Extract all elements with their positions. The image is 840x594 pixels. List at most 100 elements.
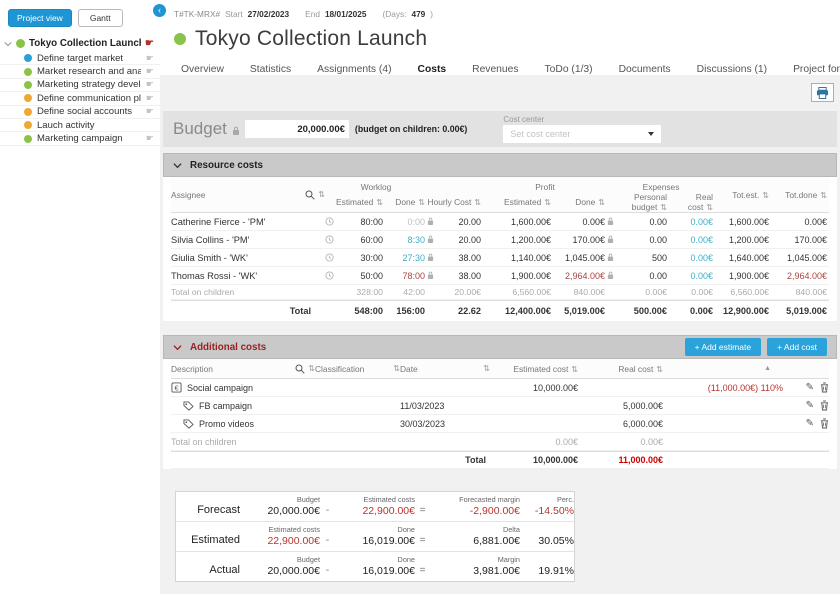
table-row[interactable]: Catherine Fierce - 'PM' 80:00 0:00 20.00… [171,213,829,231]
worklog-done[interactable]: 8:30 [385,235,427,245]
personal-budget[interactable]: 0.00 [649,235,667,245]
pointer-hand-icon[interactable]: ☛ [146,66,154,77]
chevron-down-icon[interactable] [173,343,182,352]
summary-row-forecast: Forecast Budget20,000.00€ - Estimated co… [176,492,574,522]
print-button[interactable] [811,83,834,102]
pointer-hand-icon[interactable]: ☛ [146,79,154,90]
delete-icon[interactable] [820,382,829,393]
sort-icon[interactable]: ⇅ [544,198,551,207]
gantt-button[interactable]: Gantt [78,9,123,27]
worklog-estimated: 328:00 [325,287,385,297]
worklog-done[interactable]: 78:00 [385,271,427,281]
table-row[interactable]: FB campaign 11/03/2023 5,000.00€ ✎ [171,397,829,415]
additional-costs-section-header[interactable]: Additional costs + Add estimate + Add co… [163,335,837,359]
sort-icon[interactable]: ⇅ [598,198,605,207]
edit-icon[interactable]: ✎ [806,382,814,393]
personal-budget[interactable]: 0.00 [649,217,667,227]
tree-root-tokyo-collection-launch[interactable]: Tokyo Collection Launch ☛ [0,36,160,52]
tree-item-lauch-activity[interactable]: Lauch activity [0,119,160,132]
summary-value: 3,981.00€ [473,565,520,577]
sort-icon[interactable]: ⇅ [418,198,425,207]
delete-icon[interactable] [820,418,829,429]
add-cost-button[interactable]: + Add cost [767,338,827,356]
worklog-estimated[interactable]: 60:00 [360,235,383,245]
col-group-expenses: Expenses [607,182,715,192]
sort-icon[interactable]: ⇅ [820,191,827,200]
sort-icon[interactable]: ⇅ [706,203,713,212]
sort-icon[interactable]: ⇅ [393,364,400,373]
project-view-button[interactable]: Project view [8,9,72,27]
col-real-cost: Real cost⇅ [669,192,715,212]
hourly-cost[interactable]: 38.00 [458,271,481,281]
worklog-done[interactable]: 0:00 [385,217,427,227]
real-cost-link[interactable]: 0.00€ [669,253,715,263]
table-row[interactable]: Giulia Smith - 'WK' 30:00 27:30 38.00 1,… [171,249,829,267]
tree-item-define-social-accounts[interactable]: Define social accounts ☛ [0,106,160,119]
real-cost-link[interactable]: 0.00€ [669,271,715,281]
real-cost: 0.00€ [669,287,715,297]
lock-icon [607,217,614,226]
personal-budget[interactable]: 500 [652,253,667,263]
edit-icon[interactable]: ✎ [806,418,814,429]
sort-icon[interactable]: ⇅ [474,198,481,207]
summary-value: 16,019.00€ [362,565,415,577]
real-cost-link[interactable]: 0.00€ [669,235,715,245]
personal-budget[interactable]: 0.00 [649,271,667,281]
tree-item-label: Define communication platform [37,93,141,104]
budget-input[interactable] [245,120,349,138]
add-estimate-button[interactable]: + Add estimate [685,338,761,356]
cost-center-select[interactable]: Set cost center [503,125,661,143]
sort-icon[interactable]: ⇅ [308,364,315,373]
additional-costs-title: Additional costs [190,342,266,353]
sort-icon[interactable]: ⇅ [571,365,578,374]
assignee-name: Giulia Smith - 'WK' [171,253,325,263]
worklog-estimated[interactable]: 80:00 [360,217,383,227]
pointer-hand-icon[interactable]: ☛ [146,93,154,104]
pointer-hand-icon[interactable]: ☛ [146,53,154,64]
hourly-cost[interactable]: 20.00 [458,217,481,227]
sort-icon[interactable]: ⇅ [762,191,769,200]
summary-percentage: -14.50% [535,505,574,517]
sort-asc-icon[interactable]: ▲ [665,365,785,372]
operator: = [415,535,430,547]
col-profit-estimated: Estimated⇅ [483,197,553,207]
chevron-down-icon[interactable] [173,161,182,170]
status-dot [24,54,32,62]
edit-icon[interactable]: ✎ [806,400,814,411]
table-row[interactable]: € Social campaign 10,000.00€ (11,000.00€… [171,379,829,397]
hourly-cost[interactable]: 20.00 [458,235,481,245]
tree-item-define-target-market[interactable]: Define target market ☛ [0,52,160,65]
tree-item-define-communication-platform[interactable]: Define communication platform ☛ [0,92,160,105]
search-icon[interactable] [305,190,315,200]
pointer-hand-icon[interactable]: ☛ [146,106,154,117]
sort-icon[interactable]: ⇅ [660,203,667,212]
worklog-done: 156:00 [385,306,427,316]
hourly-cost[interactable]: 38.00 [458,253,481,263]
col-real-cost: Real cost⇅ [580,364,665,374]
pointer-hand-icon[interactable]: ☛ [145,38,154,49]
profit-estimated: 12,400.00€ [483,306,553,316]
chevron-down-icon[interactable] [4,40,12,48]
sort-icon[interactable]: ⇅ [376,198,383,207]
assignee-name: Silvia Collins - 'PM' [171,235,325,245]
sort-icon[interactable]: ⇅ [483,364,490,373]
table-row[interactable]: Promo videos 30/03/2023 6,000.00€ ✎ [171,415,829,433]
tree-item-market-research[interactable]: Market research and analysis ☛ [0,65,160,78]
col-date: Date⇅ [400,364,490,374]
worklog-estimated[interactable]: 50:00 [360,271,383,281]
tree-item-marketing-campaign[interactable]: Marketing campaign ☛ [0,132,160,145]
real-cost-link[interactable]: 0.00€ [669,217,715,227]
sort-icon[interactable]: ⇅ [318,190,325,199]
pointer-hand-icon[interactable]: ☛ [146,133,154,144]
search-icon[interactable] [295,364,305,374]
sort-icon[interactable]: ⇅ [656,365,663,374]
worklog-done[interactable]: 27:30 [385,253,427,263]
operator: - [320,505,335,517]
delete-icon[interactable] [820,400,829,411]
table-row[interactable]: Silvia Collins - 'PM' 60:00 8:30 20.00 1… [171,231,829,249]
resource-costs-section-header[interactable]: Resource costs [163,153,837,177]
tree-item-marketing-strategy[interactable]: Marketing strategy development ☛ [0,79,160,92]
table-row[interactable]: Thomas Rossi - 'WK' 50:00 78:00 38.00 1,… [171,267,829,285]
worklog-estimated[interactable]: 30:00 [360,253,383,263]
collapse-sidebar-button[interactable]: ‹ [153,4,166,17]
